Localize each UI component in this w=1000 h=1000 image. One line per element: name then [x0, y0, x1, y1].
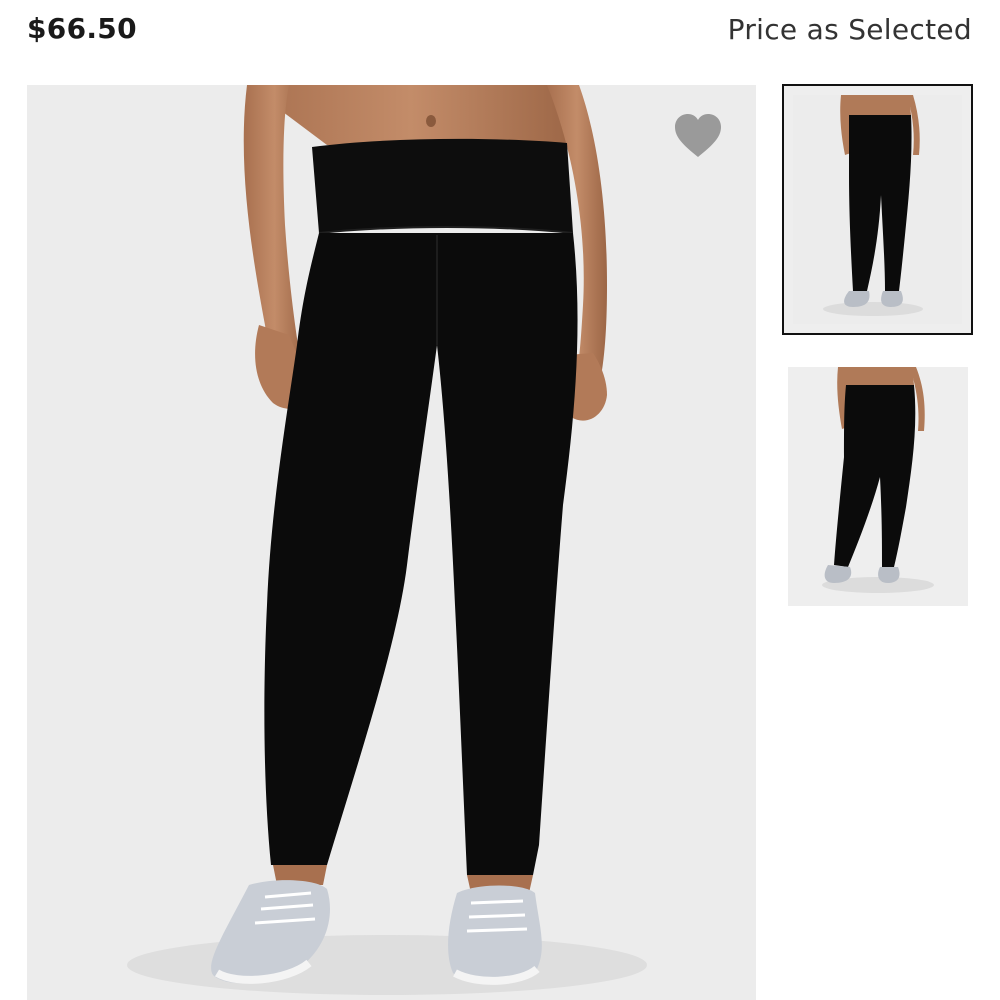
- thumbnail-image: [793, 95, 962, 324]
- product-price: $66.50: [27, 12, 137, 45]
- main-product-image[interactable]: [27, 85, 756, 1000]
- product-page: $66.50 Price as Selected: [0, 0, 1000, 1000]
- thumbnail-front-view[interactable]: [782, 84, 973, 335]
- model-illustration: [127, 85, 647, 995]
- wishlist-button[interactable]: [670, 108, 726, 164]
- heart-icon: [675, 114, 721, 157]
- thumbnail-image: [822, 367, 934, 593]
- thumbnail-back-view[interactable]: [788, 367, 968, 606]
- price-note: Price as Selected: [727, 13, 972, 46]
